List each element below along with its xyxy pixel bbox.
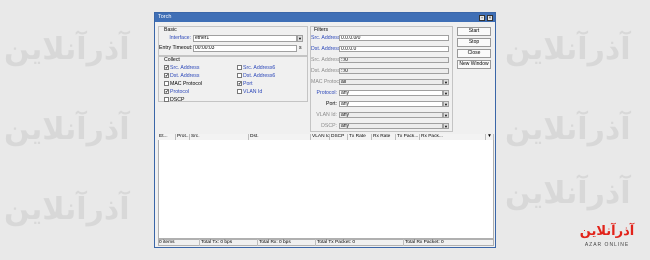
dst-address6-checkbox[interactable] [237, 73, 242, 78]
src-address-input[interactable]: 0.0.0.0/0 [339, 34, 449, 41]
torch-window: Torch ▫ × Basic Interface: ether1 ▼ Entr… [154, 12, 496, 248]
protocol-dropdown-button[interactable]: ▼ [443, 89, 449, 96]
collect-item-label: Dst. Address6 [243, 72, 276, 79]
column-header-dscp[interactable]: DSCP [330, 134, 348, 140]
collect-item-label: Src. Address [170, 64, 200, 71]
start-button[interactable]: Start [457, 27, 491, 36]
watermark-text: آذرآنلاین [505, 112, 631, 147]
collect-item-label: DSCP [170, 96, 185, 103]
status-items-count: 0 items [158, 239, 200, 246]
close-window-button[interactable]: × [487, 14, 493, 21]
port-label: Port: [326, 101, 337, 107]
dst-address-input[interactable]: 0.0.0.0 [339, 45, 449, 52]
results-table [158, 134, 494, 239]
collect-item-label: Dst. Address [170, 72, 200, 79]
src-address-label: Src. Address: [311, 35, 342, 41]
entry-timeout-unit: s [299, 45, 302, 51]
interface-label: Interface: [169, 35, 191, 41]
dst-address-checkbox[interactable]: ✔ [164, 73, 169, 78]
window-title: Torch [158, 14, 172, 20]
column-header-protocol[interactable]: Prot... [176, 134, 190, 140]
column-header-dst[interactable]: Dst. [249, 134, 311, 140]
basic-group: Basic Interface: ether1 ▼ Entry Timeout:… [158, 26, 308, 56]
dst-address-label: Dst. Address: [311, 46, 342, 52]
logo-text: آذرآنلاین [579, 224, 635, 239]
filters-group: Filters Src. Address: 0.0.0.0/0 Dst. Add… [310, 26, 453, 132]
port-dropdown-button[interactable]: ▼ [443, 100, 449, 107]
collect-item-label: MAC Protocol [170, 80, 202, 87]
protocol-select[interactable]: any [339, 89, 443, 96]
protocol-checkbox[interactable]: ✔ [164, 89, 169, 94]
column-header-src[interactable]: Src. [190, 134, 249, 140]
azaronline-logo: آذرآنلاین AZAR ONLINE [576, 224, 638, 252]
entry-timeout-label: Entry Timeout: [159, 45, 193, 51]
collect-heading: Collect [164, 57, 180, 63]
dscp-label: DSCP: [321, 123, 337, 129]
title-bar: Torch ▫ × [155, 13, 495, 22]
mac-protocol-label: MAC Protocol: [311, 79, 345, 85]
mac-protocol-select[interactable]: all [339, 78, 443, 85]
column-header-rx-rate[interactable]: Rx Rate [372, 134, 396, 140]
watermark-text: آذرآنلاین [4, 32, 130, 67]
stop-button[interactable]: Stop [457, 38, 491, 47]
dscp-checkbox[interactable] [164, 97, 169, 102]
collect-item-label: Protocol [170, 88, 190, 95]
status-total-tx-packet: Total Tx Packet: 0 [316, 239, 404, 246]
interface-dropdown-button[interactable]: ▼ [297, 35, 303, 42]
column-chooser-dropdown[interactable]: ▼ [486, 134, 494, 140]
close-button[interactable]: Close [457, 49, 491, 58]
filters-heading: Filters [314, 27, 329, 33]
vlan-id-select[interactable]: any [339, 111, 443, 118]
restore-button[interactable]: ▫ [479, 14, 485, 21]
interface-select[interactable]: ether1 [193, 35, 297, 42]
dscp-dropdown-button[interactable]: ▼ [443, 122, 449, 129]
column-header-tx-packet[interactable]: Tx Pack... [396, 134, 420, 140]
port-select[interactable]: any [339, 100, 443, 107]
basic-heading: Basic [164, 27, 177, 33]
vlan-id-checkbox[interactable] [237, 89, 242, 94]
watermark-text: آذرآنلاین [4, 192, 130, 227]
watermark-text: آذرآنلاین [505, 32, 631, 67]
column-header-tx-rate[interactable]: Tx Rate [348, 134, 372, 140]
new-window-button[interactable]: New Window [457, 60, 491, 69]
collect-group: Collect ✔ Src. Address Src. Address6 ✔ D… [158, 56, 308, 103]
src-address6-checkbox[interactable] [237, 65, 242, 70]
dst-address6-input[interactable]: ::/0 [339, 67, 449, 74]
status-total-rx-packet: Total Rx Packet: 0 [405, 240, 444, 245]
collect-item-label: Port [243, 80, 253, 87]
dscp-select[interactable]: any [339, 122, 443, 129]
logo-subtext: AZAR ONLINE [584, 242, 630, 248]
collect-item-label: Src. Address6 [243, 64, 276, 71]
dst-address6-label: Dst. Address6: [311, 68, 345, 74]
column-header-eth[interactable]: Et... [158, 134, 176, 140]
vlan-id-label: VLAN Id: [316, 112, 337, 118]
collect-item-label: VLAN Id [243, 88, 263, 95]
src-address-checkbox[interactable]: ✔ [164, 65, 169, 70]
mac-protocol-checkbox[interactable] [164, 81, 169, 86]
column-header-vlan-id[interactable]: VLAN Id [311, 134, 330, 140]
mac-protocol-dropdown-button[interactable]: ▼ [443, 78, 449, 85]
vlan-id-dropdown-button[interactable]: ▼ [443, 111, 449, 118]
entry-timeout-input[interactable]: 00:00:03 [193, 45, 297, 52]
column-header-rx-packet[interactable]: Rx Pack... [420, 134, 486, 140]
watermark-text: آذرآنلاین [505, 176, 631, 211]
watermark-text: آذرآنلاین [4, 112, 130, 147]
status-total-rx: Total Rx: 0 bps [258, 239, 316, 246]
protocol-label: Protocol: [316, 90, 337, 96]
port-checkbox[interactable]: ✔ [237, 81, 242, 86]
src-address6-input[interactable]: ::/0 [339, 56, 449, 63]
src-address6-label: Src. Address6: [311, 57, 345, 63]
status-total-tx: Total Tx: 0 bps [200, 239, 258, 246]
